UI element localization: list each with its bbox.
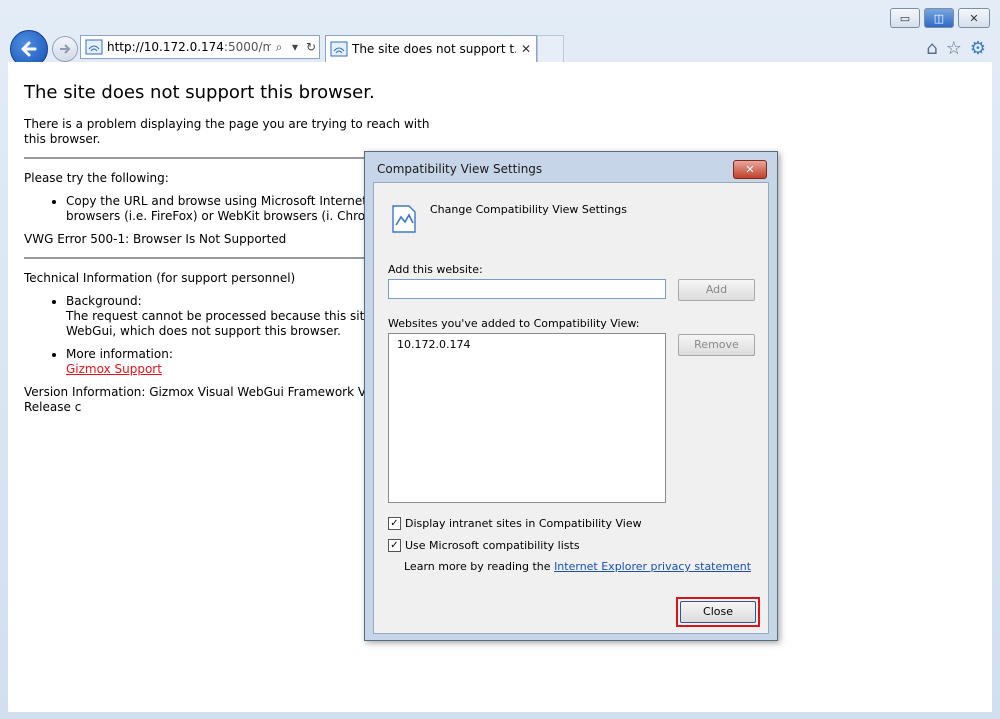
compatibility-icon [392,205,416,233]
lists-checkbox-label: Use Microsoft compatibility lists [405,539,580,552]
url-host: http://10.172.0.174 [107,40,224,54]
toolbar-icons: ⌂ ☆ ⚙ [926,38,986,59]
divider [24,257,396,259]
forward-arrow-icon [60,44,71,54]
window-close-button[interactable]: ✕ [958,8,990,28]
close-button-highlight: Close [676,597,760,627]
dialog-body: Change Compatibility View Settings Add t… [373,182,769,634]
window-controls: ▭ ◫ ✕ [890,8,990,28]
page-heading: The site does not support this browser. [24,82,375,103]
forward-button[interactable] [52,36,78,62]
new-tab-button[interactable] [537,35,564,62]
dropdown-chevron-icon[interactable]: ▾ [287,40,303,54]
tab-title: The site does not support t... [352,42,516,56]
compatibility-dialog: Compatibility View Settings ✕ Change Com… [364,151,778,641]
url-path: :5000/ma [223,40,271,54]
dialog-close-button[interactable]: ✕ [733,160,767,179]
address-url[interactable]: http://10.172.0.174:5000/ma [103,40,271,54]
tab-active[interactable]: The site does not support t... ✕ [325,35,537,62]
address-bar[interactable]: http://10.172.0.174:5000/ma ⌕ ▾ ↻ [80,35,320,59]
minimize-button[interactable]: ▭ [890,8,920,28]
tab-close-icon[interactable]: ✕ [516,42,536,56]
sites-list-label: Websites you've added to Compatibility V… [388,317,640,330]
lists-checkbox[interactable]: ✓ [388,539,401,552]
learn-more-text: Learn more by reading the [404,560,551,573]
minimize-icon: ▭ [899,11,911,25]
intranet-checkbox-row[interactable]: ✓ Display intranet sites in Compatibilit… [388,517,642,530]
intranet-checkbox-label: Display intranet sites in Compatibility … [405,517,642,530]
divider [24,157,396,159]
add-button[interactable]: Add [678,279,755,301]
close-icon: ✕ [969,11,979,25]
list-item[interactable]: 10.172.0.174 [397,338,657,351]
close-icon: ✕ [745,163,755,176]
add-website-input[interactable] [388,279,666,299]
back-arrow-icon [21,41,37,57]
home-icon[interactable]: ⌂ [926,38,937,59]
sites-list[interactable]: 10.172.0.174 [388,333,666,503]
dialog-title: Compatibility View Settings [377,162,543,176]
favorites-star-icon[interactable]: ☆ [946,38,962,59]
gear-icon[interactable]: ⚙ [970,38,986,59]
dialog-header: Change Compatibility View Settings [430,203,628,216]
site-icon [85,39,103,55]
maximize-button[interactable]: ◫ [924,8,954,28]
close-button[interactable]: Close [680,601,756,623]
search-icon[interactable]: ⌕ [271,40,287,55]
remove-button[interactable]: Remove [678,334,755,356]
tab-site-icon [330,41,348,57]
support-link[interactable]: Gizmox Support [66,362,162,376]
more-label: More information: [66,347,173,361]
add-website-label: Add this website: [388,263,483,276]
restore-icon: ◫ [933,11,945,25]
lists-checkbox-row[interactable]: ✓ Use Microsoft compatibility lists [388,539,580,552]
learn-more: Learn more by reading the Internet Explo… [404,560,751,573]
privacy-statement-link[interactable]: Internet Explorer privacy statement [554,560,751,573]
refresh-icon[interactable]: ↻ [303,40,319,54]
background-label: Background: [66,294,142,308]
intranet-checkbox[interactable]: ✓ [388,517,401,530]
browser-window: ▭ ◫ ✕ http://10.172.0.174:5000/ma ⌕ ▾ ↻ [0,0,1000,719]
intro-text: There is a problem displaying the page y… [24,117,430,146]
